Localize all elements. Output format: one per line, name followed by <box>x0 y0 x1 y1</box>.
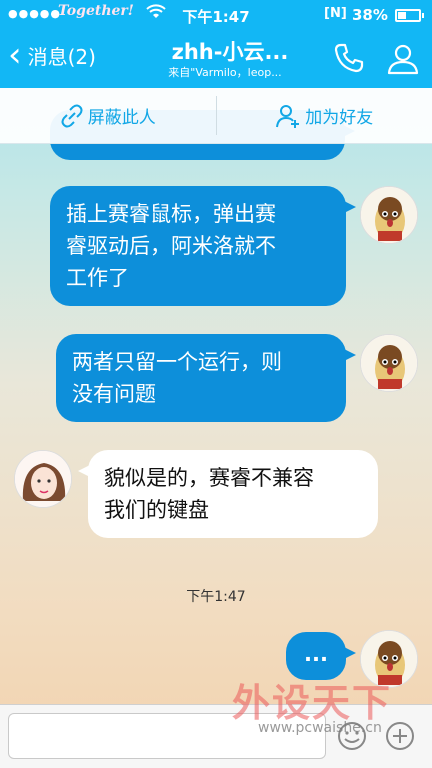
message-bubble[interactable]: 插上赛睿鼠标，弹出赛 睿驱动后，阿米洛就不 工作了 <box>50 186 356 306</box>
phone-icon[interactable] <box>333 42 365 74</box>
chevron-left-icon: ‹ <box>8 35 22 75</box>
navigation-bar: ‹ 消息(2) zhh-小云... 来自"Varmilo，leop... <box>0 30 432 88</box>
avatar-self[interactable] <box>360 334 418 392</box>
input-bar <box>0 704 432 768</box>
message-text-line: 插上赛睿鼠标，弹出赛 <box>66 202 276 226</box>
top-bar: ●●●●● Together! 下午1:47 [N] 38% ‹ 消息(2) z… <box>0 0 432 88</box>
chat-title: zhh-小云... <box>171 40 289 64</box>
avatar-contact[interactable] <box>14 450 72 508</box>
add-friend-label: 加为好友 <box>305 108 374 128</box>
user-icon[interactable] <box>386 42 420 76</box>
avatar-self[interactable] <box>360 186 418 244</box>
message-text-line: 睿驱动后，阿米洛就不 <box>66 234 276 258</box>
plus-icon[interactable] <box>384 720 416 752</box>
message-bubble[interactable]: 两者只留一个运行，则 没有问题 <box>56 334 356 422</box>
avatar-self[interactable] <box>360 630 418 688</box>
sending-bubble[interactable]: ... <box>286 632 356 680</box>
message-text-line: 两者只留一个运行，则 <box>72 350 282 374</box>
back-button[interactable]: ‹ 消息(2) <box>8 35 96 75</box>
back-label: 消息(2) <box>27 44 96 69</box>
battery-percent: 38% <box>352 6 388 24</box>
add-user-icon <box>276 104 300 128</box>
unlink-icon <box>61 104 83 127</box>
block-user-button[interactable]: 屏蔽此人 <box>0 88 216 143</box>
message-text-line: 没有问题 <box>72 382 156 406</box>
message-bubble[interactable]: 貌似是的，赛睿不兼容 我们的键盘 <box>78 450 378 538</box>
network-badge: [N] <box>324 6 347 21</box>
emoji-icon[interactable] <box>336 720 368 752</box>
message-text-line: 工作了 <box>66 266 129 290</box>
status-bar: ●●●●● Together! 下午1:47 [N] 38% <box>0 0 432 30</box>
add-friend-button[interactable]: 加为好友 <box>217 88 432 143</box>
chat-subtitle: 来自"Varmilo，leop... <box>168 66 282 79</box>
typing-indicator: ... <box>304 642 328 666</box>
message-timestamp: 下午1:47 <box>186 589 246 605</box>
stranger-action-bar: 屏蔽此人 加为好友 <box>0 88 432 144</box>
message-text-line: 我们的键盘 <box>104 498 209 522</box>
message-text-line: 貌似是的，赛睿不兼容 <box>104 466 314 490</box>
block-user-label: 屏蔽此人 <box>87 108 156 128</box>
message-input[interactable] <box>8 713 326 759</box>
battery-icon <box>395 9 424 22</box>
